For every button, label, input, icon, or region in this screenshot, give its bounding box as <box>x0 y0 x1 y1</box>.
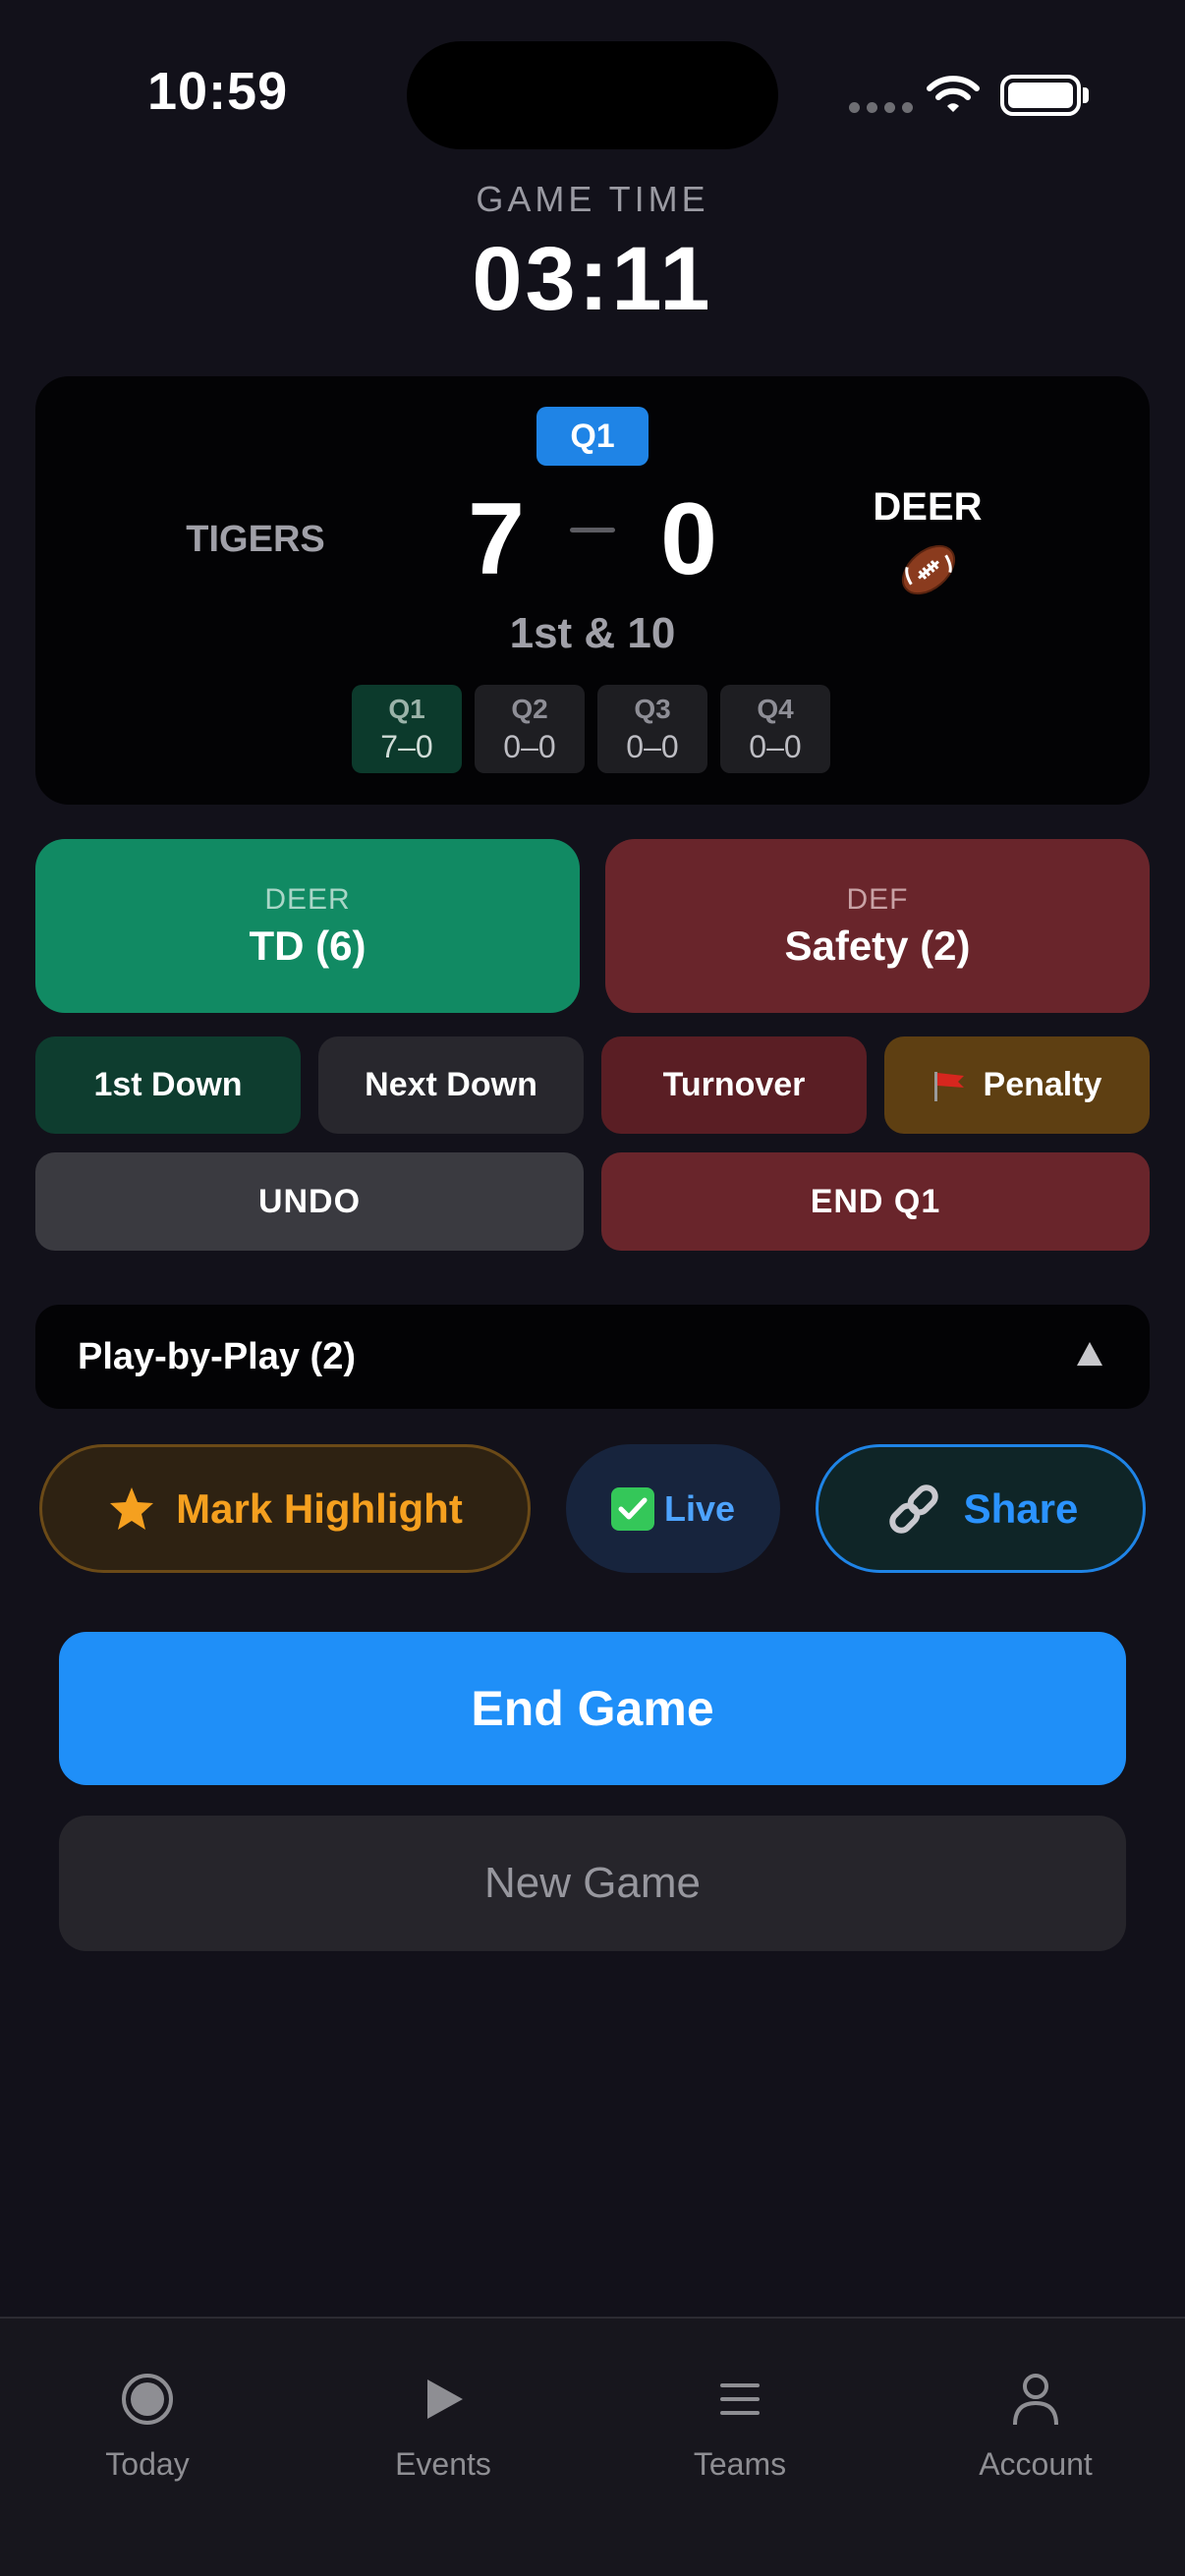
wifi-icon <box>927 76 980 112</box>
tab-account[interactable]: Account <box>918 2368 1154 2483</box>
away-team-name: DEER <box>873 485 983 529</box>
check-icon <box>610 1486 654 1531</box>
football-icon <box>901 544 956 595</box>
status-time: 10:59 <box>147 62 289 121</box>
safety-team-label: DEF <box>846 882 909 916</box>
play-icon <box>412 2368 475 2431</box>
tab-label: Teams <box>693 2446 787 2482</box>
share-button[interactable]: Share <box>816 1444 1146 1573</box>
safety-button[interactable]: DEF Safety (2) <box>605 839 1150 1013</box>
dynamic-island <box>407 41 778 149</box>
list-icon <box>708 2368 771 2431</box>
battery-icon <box>1000 75 1081 116</box>
new-game-button[interactable]: New Game <box>59 1816 1126 1951</box>
record-icon <box>116 2368 179 2431</box>
quarter-badge: Q1 <box>536 407 649 466</box>
turnover-button[interactable]: Turnover <box>601 1036 867 1134</box>
home-team-name: TIGERS <box>186 519 325 560</box>
tab-label: Events <box>395 2446 491 2482</box>
mark-highlight-button[interactable]: Mark Highlight <box>39 1444 531 1573</box>
end-quarter-button[interactable]: END Q1 <box>601 1152 1150 1251</box>
share-label: Share <box>963 1484 1079 1532</box>
person-icon <box>1004 2368 1067 2431</box>
score-separator <box>570 528 615 532</box>
quarter-label: Q1 <box>388 693 425 724</box>
penalty-button[interactable]: Penalty <box>884 1036 1150 1134</box>
battery-cap <box>1083 87 1089 103</box>
home-team-score: 7 <box>468 482 525 596</box>
quarter-score: 0–0 <box>749 728 802 764</box>
quarter-score: 0–0 <box>503 728 556 764</box>
tab-today[interactable]: Today <box>29 2368 265 2483</box>
touchdown-label: TD (6) <box>249 922 367 969</box>
touchdown-button[interactable]: DEER TD (6) <box>35 839 580 1013</box>
away-team-score: 0 <box>660 482 717 596</box>
cellular-signal-icon <box>849 102 913 113</box>
quarter-score: 0–0 <box>626 728 679 764</box>
mark-highlight-label: Mark Highlight <box>176 1484 463 1532</box>
quarter-label: Q3 <box>634 693 671 724</box>
tab-events[interactable]: Events <box>325 2368 561 2483</box>
quarter-score: 7–0 <box>380 728 433 764</box>
quarter-score-q2: Q2 0–0 <box>475 685 585 773</box>
live-label: Live <box>663 1487 736 1529</box>
quarter-label: Q2 <box>511 693 548 724</box>
quarter-score-q3: Q3 0–0 <box>597 685 707 773</box>
undo-button[interactable]: UNDO <box>35 1152 584 1251</box>
penalty-label: Penalty <box>983 1066 1102 1103</box>
quarter-score-q4: Q4 0–0 <box>720 685 830 773</box>
quarter-score-q1: Q1 7–0 <box>352 685 462 773</box>
collapse-arrow-icon[interactable] <box>1077 1342 1102 1366</box>
game-time-clock: 03:11 <box>472 229 713 329</box>
touchdown-team-label: DEER <box>264 882 351 916</box>
safety-label: Safety (2) <box>784 922 971 969</box>
first-down-button[interactable]: 1st Down <box>35 1036 301 1134</box>
link-icon <box>888 1484 938 1534</box>
live-toggle[interactable]: Live <box>566 1444 780 1573</box>
play-by-play-title: Play-by-Play (2) <box>78 1336 356 1377</box>
end-game-button[interactable]: End Game <box>59 1632 1126 1785</box>
red-flag-icon <box>933 1071 964 1101</box>
game-time-label: GAME TIME <box>476 179 709 219</box>
tab-label: Today <box>105 2446 190 2482</box>
quarter-label: Q4 <box>757 693 794 724</box>
next-down-button[interactable]: Next Down <box>318 1036 584 1134</box>
down-and-distance: 1st & 10 <box>509 609 676 657</box>
tab-teams[interactable]: Teams <box>622 2368 858 2483</box>
tab-label: Account <box>979 2446 1093 2482</box>
star-icon <box>110 1486 154 1530</box>
